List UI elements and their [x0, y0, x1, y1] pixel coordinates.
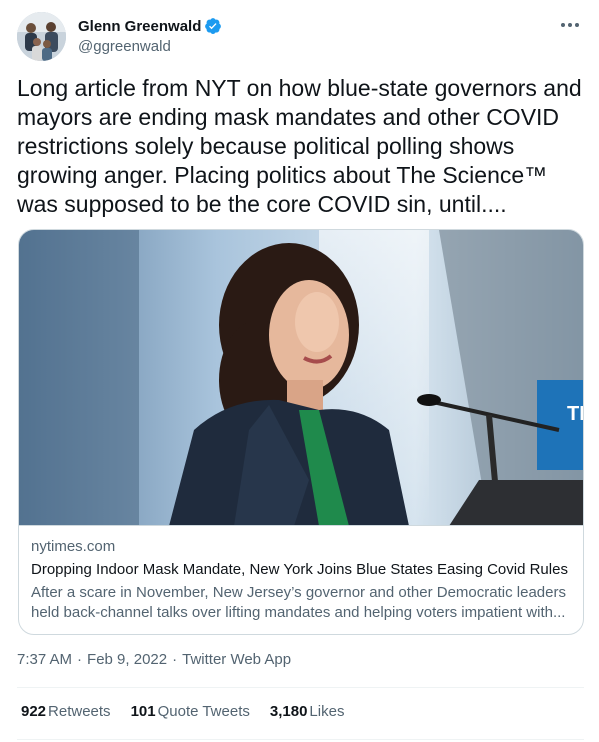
- more-icon[interactable]: [558, 16, 582, 34]
- meta-separator: ·: [172, 651, 178, 668]
- quote-tweets-stat[interactable]: 101 Quote Tweets: [131, 703, 250, 720]
- likes-label: Likes: [309, 703, 345, 720]
- link-card[interactable]: TE nytimes.com Dropping Indoor Mask Mand…: [18, 229, 584, 635]
- tweet-time[interactable]: 7:37 AM: [17, 651, 72, 668]
- quote-tweets-label: Quote Tweets: [157, 703, 250, 720]
- card-domain: nytimes.com: [31, 538, 116, 555]
- tweet-text: Long article from NYT on how blue-state …: [17, 75, 582, 217]
- divider: [17, 687, 584, 688]
- card-title: Dropping Indoor Mask Mandate, New York J…: [31, 561, 568, 578]
- tweet-source[interactable]: Twitter Web App: [182, 651, 291, 668]
- retweets-label: Retweets: [48, 703, 111, 720]
- card-description: After a scare in November, New Jersey’s …: [31, 584, 566, 621]
- card-sign-text: TE: [567, 403, 584, 425]
- retweets-count: 922: [21, 703, 47, 720]
- verified-badge-icon: [204, 17, 222, 35]
- divider: [17, 739, 584, 740]
- tweet-date[interactable]: Feb 9, 2022: [87, 651, 167, 668]
- likes-stat[interactable]: 3,180 Likes: [270, 703, 345, 720]
- card-image: TE: [19, 230, 584, 526]
- likes-count: 3,180: [269, 703, 308, 720]
- retweets-stat[interactable]: 922 Retweets: [21, 703, 111, 720]
- author-handle[interactable]: @ggreenwald: [78, 38, 171, 55]
- meta-separator: ·: [77, 651, 83, 668]
- tweet-meta: 7:37 AM · Feb 9, 2022 · Twitter Web App: [17, 651, 291, 668]
- display-name[interactable]: Glenn Greenwald: [78, 18, 201, 35]
- tweet-stats: 922 Retweets 101 Quote Tweets 3,180 Likes: [21, 703, 364, 720]
- quote-tweets-count: 101: [130, 703, 156, 720]
- tweet-header: Glenn Greenwald @ggreenwald: [17, 12, 587, 64]
- avatar[interactable]: [17, 12, 66, 61]
